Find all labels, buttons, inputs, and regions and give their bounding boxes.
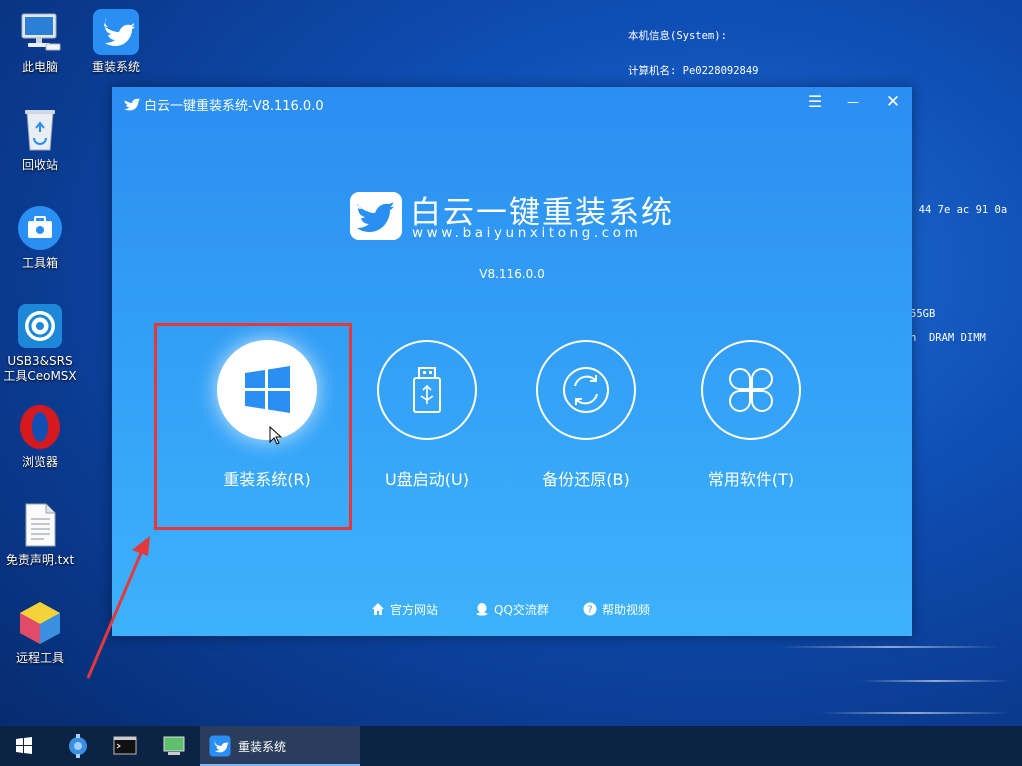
windows-start-icon [16,737,32,754]
background-info-text: n DRAM DIMM [910,332,986,344]
sysinfo-line: 计算机名: Pe0228092849 [628,64,759,77]
footer-link-label: 帮助视频 [602,603,651,617]
usb-drive-icon [413,367,441,413]
wallpaper-streak [860,680,1010,682]
desktop-icon-toolbox[interactable]: 工具箱 [2,204,78,271]
computer-icon [16,8,64,56]
text-file-icon [16,501,64,549]
help-icon: ? [583,602,597,616]
red-annotation-arrow [86,536,150,679]
feature-label: 备份还原(B) [542,470,630,489]
start-button[interactable] [4,726,44,766]
feature-label: 常用软件(T) [707,470,795,489]
feature-circle[interactable] [536,340,636,440]
network-tool-icon [69,734,87,758]
official-website-link[interactable]: 官方网站 [371,601,438,618]
taskbar-task-label: 重装系统 [238,740,287,754]
remote-tool-icon [16,599,64,647]
feature-circle[interactable] [701,340,801,440]
svg-text:?: ? [587,605,592,616]
wallpaper-streak [780,646,1000,648]
desktop-icon-this-pc[interactable]: 此电脑 [2,8,78,75]
sysinfo-line: 本机信息(System): [628,30,727,43]
desktop-icon-browser[interactable]: 浏览器 [2,403,78,470]
desktop-icon-disclaimer[interactable]: 免责声明.txt [2,501,78,568]
reinstall-app-window: 白云一键重装系统-V8.116.0.0 ☰ — ✕ 白云一键重装系统 www.b… [112,87,912,636]
desktop-icon-remote-tool[interactable]: 远程工具 [2,599,78,666]
footer-link-label: QQ交流群 [494,603,549,617]
desktop-icon-label: 免责声明.txt [5,553,75,567]
terminal-icon [113,736,137,755]
brand-url: www.baiyunxitong.com [412,225,642,241]
monitor-app-icon [163,736,185,755]
feature-usb-boot[interactable]: U盘启动(U) [347,340,507,490]
desktop-icon-recycle-bin[interactable]: 回收站 [2,106,78,173]
red-highlight-box [154,323,352,530]
backup-restore-icon [563,367,609,413]
taskbar-command-prompt[interactable] [105,726,145,766]
bird-app-icon [92,8,140,56]
minimize-button[interactable]: — [842,92,864,112]
desktop-icon-label: 浏览器 [21,455,58,469]
taskbar-system-app[interactable] [154,726,194,766]
feature-label: U盘启动(U) [385,470,469,489]
apps-clover-icon [729,368,773,412]
opera-browser-icon [16,403,64,451]
bird-app-icon [124,96,140,111]
feature-backup-restore[interactable]: 备份还原(B) [506,340,666,490]
usb-tool-icon [16,302,64,350]
window-titlebar[interactable]: 白云一键重装系统-V8.116.0.0 ☰ — ✕ [112,87,912,117]
wallpaper-streak [820,712,1010,714]
bird-app-icon [209,735,231,757]
qq-group-link[interactable]: QQ交流群 [475,601,549,618]
taskbar: 重装系统 [0,726,1022,766]
desktop-icon-label: 回收站 [21,158,58,172]
qq-icon [475,602,489,616]
menu-button[interactable]: ☰ [804,92,826,112]
feature-circle[interactable] [377,340,477,440]
desktop-icon-label: 远程工具 [15,651,64,665]
window-title: 白云一键重装系统-V8.116.0.0 [144,99,324,114]
desktop-icon-reinstall[interactable]: 重装系统 [78,8,154,75]
brand-logo-icon [350,192,402,240]
help-video-link[interactable]: ? 帮助视频 [583,601,650,618]
toolbox-icon [16,204,64,252]
version-label: V8.116.0.0 [479,267,545,281]
footer-link-label: 官方网站 [390,603,439,617]
desktop-icon-label: 此电脑 [21,60,58,74]
desktop-icon-label: 重装系统 [91,60,140,74]
desktop-icon-label: 工具箱 [21,256,58,270]
close-button[interactable]: ✕ [882,92,904,112]
background-info-text: 55GB [910,308,936,320]
taskbar-task-reinstall[interactable]: 重装系统 [200,726,360,766]
desktop-icon-label: USB3&SRS 工具CeoMSX [3,354,77,383]
home-icon [371,602,385,616]
taskbar-network-app[interactable] [58,726,98,766]
recycle-bin-icon [16,106,64,154]
feature-common-software[interactable]: 常用软件(T) [671,340,831,490]
desktop-icon-usb-tool[interactable]: USB3&SRS 工具CeoMSX [2,302,78,384]
